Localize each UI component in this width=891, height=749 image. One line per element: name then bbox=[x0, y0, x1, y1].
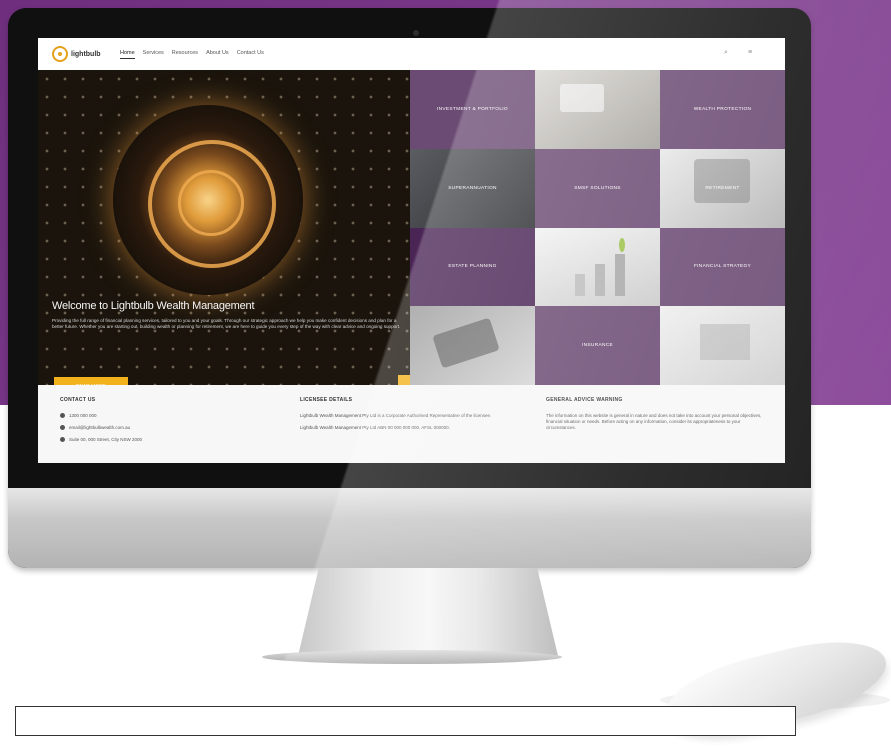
monitor-stand bbox=[298, 568, 558, 656]
read-more-button[interactable]: READ MORE bbox=[54, 377, 128, 385]
nav-item-about[interactable]: About Us bbox=[206, 50, 229, 59]
nav-item-home[interactable]: Home bbox=[120, 50, 135, 59]
service-tile-estate[interactable]: ESTATE PLANNING bbox=[410, 227, 535, 307]
hero-title: Welcome to Lightbulb Wealth Management bbox=[52, 300, 255, 312]
contact-phone[interactable]: 1300 000 000 bbox=[60, 413, 142, 418]
licensee-line: Lightbulb Wealth Management Pty Ltd is a… bbox=[300, 413, 492, 418]
location-icon bbox=[60, 437, 65, 442]
contact-email[interactable]: email@lightbulbwealth.com.au bbox=[60, 425, 142, 430]
footer-heading: GENERAL ADVICE WARNING bbox=[546, 397, 623, 403]
calculator-shape bbox=[560, 84, 604, 112]
tile-label: RETIREMENT bbox=[705, 185, 740, 191]
monitor-chin bbox=[8, 488, 811, 568]
monitor-base bbox=[262, 650, 562, 664]
caption-box bbox=[15, 706, 796, 736]
phone-icon bbox=[60, 413, 65, 418]
footer-warning: GENERAL ADVICE WARNING The information o… bbox=[546, 397, 766, 431]
hero-description: Providing the full range of financial pl… bbox=[52, 318, 401, 330]
top-navigation: lightbulb Home Services Resources About … bbox=[38, 38, 785, 71]
search-icon[interactable]: ⌕ bbox=[722, 49, 730, 57]
tile-label: FINANCIAL STRATEGY bbox=[693, 264, 752, 270]
service-tile-smsf[interactable]: SMSF SOLUTIONS bbox=[535, 148, 660, 228]
coin-stack bbox=[615, 253, 625, 296]
phone-shape bbox=[432, 317, 500, 369]
service-tile-strategy[interactable]: FINANCIAL STRATEGY bbox=[660, 227, 785, 307]
site-footer: CONTACT US 1300 000 000 email@lightbulbw… bbox=[38, 385, 785, 463]
coin-stack bbox=[575, 273, 585, 296]
tablet-shape bbox=[694, 158, 750, 203]
footer-heading: CONTACT US bbox=[60, 397, 96, 403]
contact-address: Suite 00, 000 Street, City NSW 2000 bbox=[60, 437, 142, 442]
footer-heading: LICENSEE DETAILS bbox=[300, 397, 353, 403]
service-tile-super[interactable]: SUPERANNUATION bbox=[410, 148, 535, 228]
hero-ring-inner bbox=[178, 170, 244, 236]
address-text: Suite 00, 000 Street, City NSW 2000 bbox=[69, 437, 143, 442]
sprout-icon bbox=[619, 237, 625, 252]
nav-item-services[interactable]: Services bbox=[143, 50, 164, 59]
photo-tile-document bbox=[660, 306, 785, 385]
website-screen: lightbulb Home Services Resources About … bbox=[38, 38, 785, 463]
footer-licensee: LICENSEE DETAILS Lightbulb Wealth Manage… bbox=[300, 397, 520, 431]
photo-tile-calculator bbox=[535, 70, 660, 149]
tile-label: SMSF SOLUTIONS bbox=[574, 185, 621, 191]
phone-text: 1300 000 000 bbox=[69, 413, 97, 418]
photo-tile-phone bbox=[410, 306, 535, 385]
tile-label: SUPERANNUATION bbox=[448, 185, 497, 191]
photo-tile-coins bbox=[535, 227, 660, 307]
tile-label: INVESTMENT & PORTFOLIO bbox=[437, 106, 508, 112]
menu-icon[interactable]: ≡ bbox=[746, 49, 754, 57]
service-tile-retirement[interactable]: RETIREMENT bbox=[660, 148, 785, 228]
email-icon bbox=[60, 425, 65, 430]
lightbulb-logo-icon bbox=[52, 46, 68, 62]
logo-text: lightbulb bbox=[71, 50, 101, 58]
footer-contact: CONTACT US 1300 000 000 email@lightbulbw… bbox=[60, 397, 142, 449]
document-shape bbox=[700, 324, 750, 361]
licensee-line: Lightbulb Wealth Management Pty Ltd ABN … bbox=[300, 425, 450, 430]
site-logo[interactable]: lightbulb bbox=[52, 46, 108, 62]
camera-icon bbox=[413, 30, 419, 36]
warning-text: The information on this website is gener… bbox=[546, 413, 762, 430]
nav-item-contact[interactable]: Contact Us bbox=[237, 50, 264, 59]
hero-banner: Welcome to Lightbulb Wealth Management P… bbox=[38, 70, 410, 385]
tile-label: INSURANCE bbox=[582, 343, 613, 349]
service-tile-protection[interactable]: WEALTH PROTECTION bbox=[660, 70, 785, 149]
coin-stack bbox=[595, 263, 605, 296]
nav-item-resources[interactable]: Resources bbox=[172, 50, 198, 59]
nav-menu: Home Services Resources About Us Contact… bbox=[120, 50, 264, 59]
services-grid: INVESTMENT & PORTFOLIO WEALTH PROTECTION… bbox=[410, 70, 785, 385]
tile-label: ESTATE PLANNING bbox=[448, 264, 497, 270]
tile-label: WEALTH PROTECTION bbox=[693, 106, 752, 112]
email-text: email@lightbulbwealth.com.au bbox=[69, 425, 131, 430]
service-tile-investment[interactable]: INVESTMENT & PORTFOLIO bbox=[410, 70, 535, 149]
service-tile-insurance[interactable]: INSURANCE bbox=[535, 306, 660, 385]
